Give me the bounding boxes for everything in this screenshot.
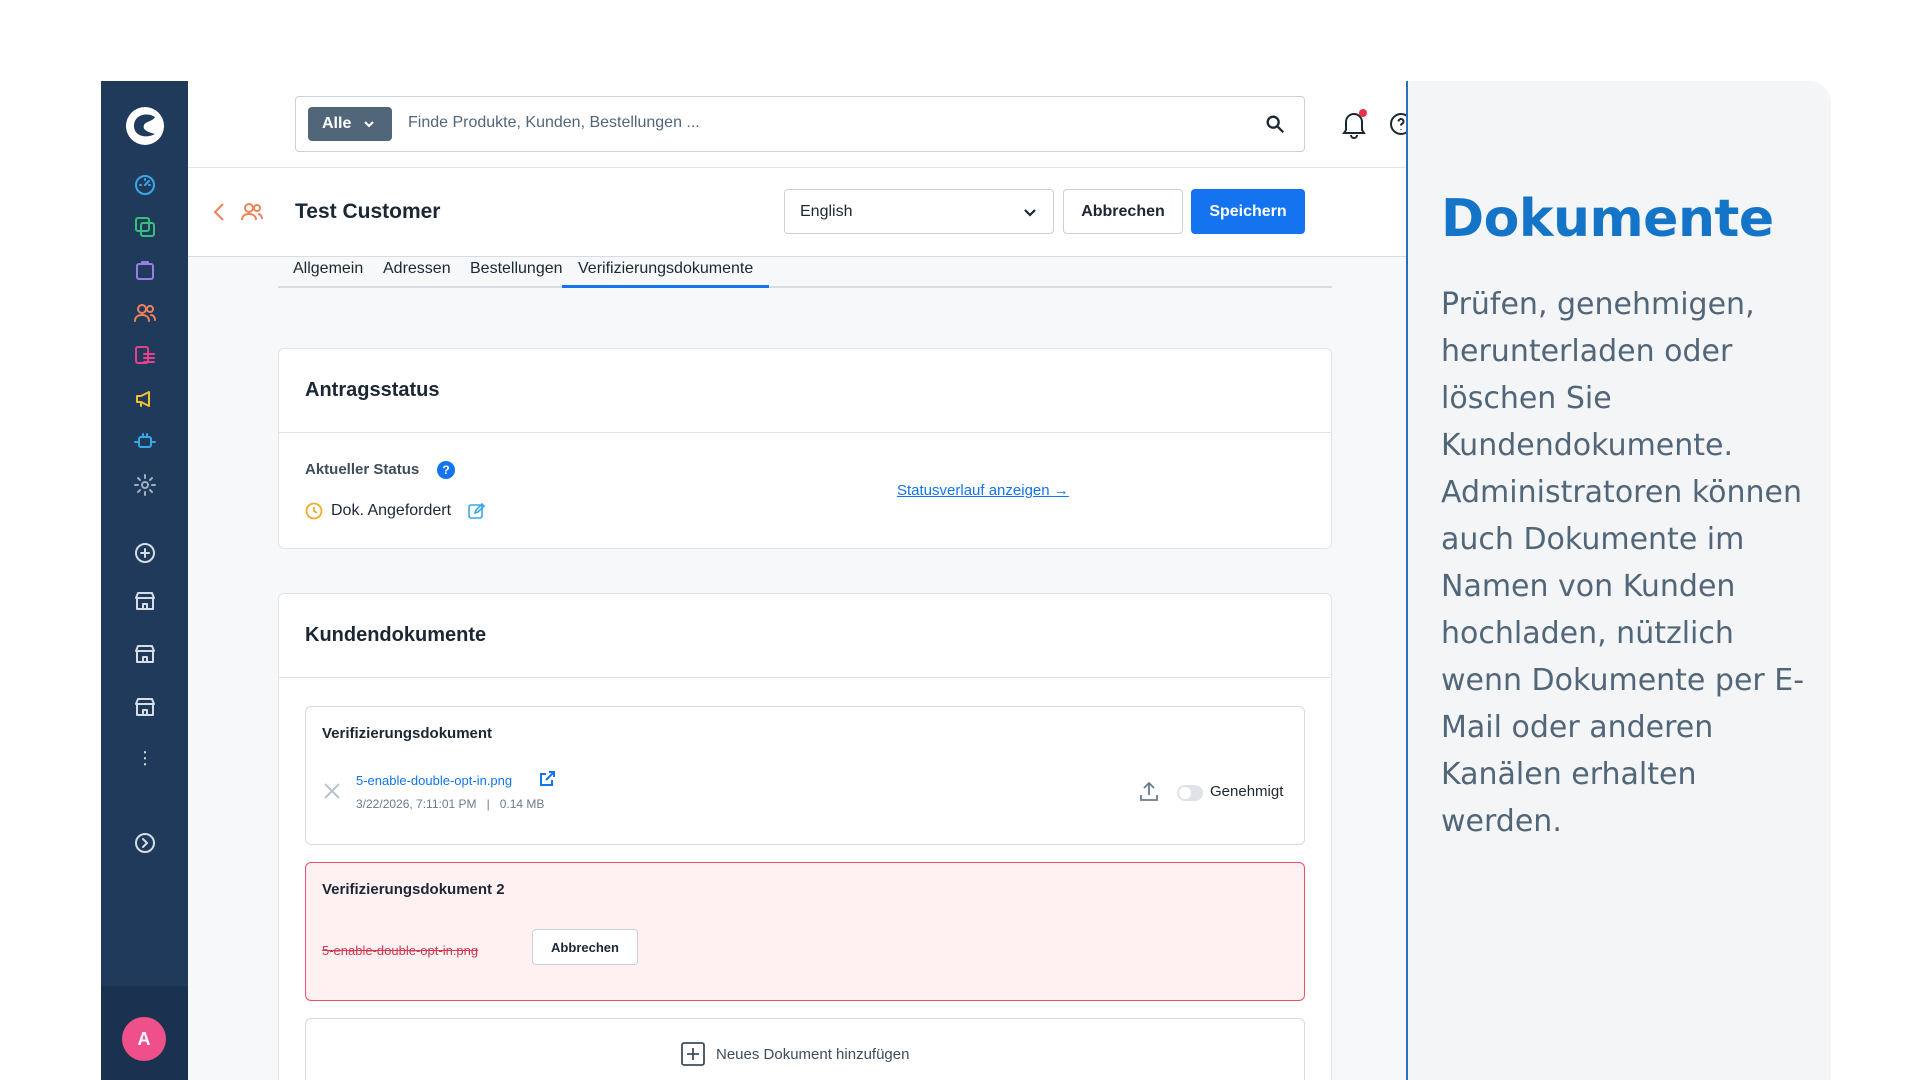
search-scope-label: Alle — [322, 115, 352, 132]
shopware-logo-icon[interactable] — [124, 105, 166, 147]
help-icon[interactable]: ? — [437, 461, 455, 479]
sales-channel-icon[interactable] — [132, 588, 158, 614]
app-frame: A Alle Finde Produkte, Kunden, Bestellun… — [101, 81, 1831, 1080]
arrow-right-icon: → — [1053, 482, 1069, 499]
cancel-button[interactable]: Abbrechen — [1063, 189, 1183, 234]
current-status-label: Aktueller Status — [305, 461, 420, 478]
expand-icon[interactable] — [132, 830, 158, 856]
search-input[interactable]: Finde Produkte, Kunden, Bestellungen ... — [408, 114, 700, 132]
search-icon[interactable] — [1264, 113, 1286, 135]
sales-channel-icon[interactable] — [132, 641, 158, 667]
more-icon[interactable] — [132, 745, 158, 771]
card-title: Antragsstatus — [279, 349, 1331, 433]
content-icon[interactable] — [132, 343, 158, 369]
avatar[interactable]: A — [122, 1017, 166, 1061]
delete-icon[interactable] — [322, 781, 342, 801]
status-history-link[interactable]: Statusverlauf anzeigen → — [897, 482, 1069, 499]
page-header: Test Customer English Abbrechen Speicher… — [188, 168, 1406, 257]
card-title: Kundendokumente — [279, 594, 1331, 678]
status-value: Dok. Angefordert — [331, 502, 452, 519]
meta-separator: | — [486, 797, 490, 811]
add-document-area[interactable]: Neues Dokument hinzufügen — [305, 1018, 1305, 1080]
external-link-icon[interactable] — [538, 770, 556, 788]
settings-icon[interactable] — [132, 472, 158, 498]
notifications-button[interactable] — [1340, 109, 1368, 139]
approved-label: Genehmigt — [1210, 783, 1284, 800]
document-date: 3/22/2026, 7:11:01 PM — [356, 797, 477, 811]
extensions-icon[interactable] — [132, 429, 158, 455]
tab-addresses[interactable]: Adressen — [383, 260, 451, 288]
tab-bar: Allgemein Adressen Bestellungen Verifizi… — [278, 257, 1332, 288]
language-select-value: English — [800, 202, 853, 220]
approved-toggle[interactable] — [1177, 785, 1203, 801]
tab-verification-documents[interactable]: Verifizierungsdokumente — [562, 260, 770, 288]
status-history-link-text: Statusverlauf anzeigen — [897, 482, 1050, 499]
search-scope-dropdown[interactable]: Alle — [308, 107, 392, 141]
notification-badge — [1359, 109, 1367, 117]
content-area: Allgemein Adressen Bestellungen Verifizi… — [188, 257, 1406, 1080]
main-area: Alle Finde Produkte, Kunden, Bestellunge… — [188, 81, 1412, 1080]
search-bar[interactable]: Alle Finde Produkte, Kunden, Bestellunge… — [295, 96, 1305, 152]
document-meta: 3/22/2026, 7:11:01 PM | 0.14 MB — [356, 797, 544, 811]
orders-icon[interactable] — [132, 257, 158, 283]
application-status-card: Antragsstatus Aktueller Status ? Dok. An… — [278, 348, 1332, 549]
document-item: Verifizierungsdokument 5-enable-double-o… — [305, 706, 1305, 845]
panel-heading: Dokumente — [1441, 189, 1774, 249]
add-sales-channel-icon[interactable] — [132, 540, 158, 566]
chevron-down-icon — [364, 121, 375, 128]
plus-square-icon — [681, 1042, 705, 1066]
customers-icon[interactable] — [132, 300, 158, 326]
edit-icon[interactable] — [467, 502, 485, 520]
save-button[interactable]: Speichern — [1191, 189, 1305, 234]
info-panel: Dokumente Prüfen, genehmigen, herunterla… — [1408, 81, 1831, 1080]
cancel-upload-button[interactable]: Abbrechen — [532, 929, 638, 965]
document-item-error: Verifizierungsdokument 2 5-enable-double… — [305, 862, 1305, 1001]
document-size: 0.14 MB — [499, 797, 545, 811]
marketing-icon[interactable] — [132, 386, 158, 412]
add-document-button[interactable]: Neues Dokument hinzufügen — [680, 1041, 909, 1067]
chevron-down-icon — [1024, 209, 1036, 217]
dashboard-icon[interactable] — [132, 171, 158, 197]
catalog-icon[interactable] — [132, 214, 158, 240]
document-file-name: 5-enable-double-opt-in.png — [322, 943, 479, 958]
clock-icon — [305, 502, 323, 520]
upload-icon[interactable] — [1139, 780, 1159, 802]
sales-channel-icon[interactable] — [132, 694, 158, 720]
customers-icon — [241, 203, 263, 221]
document-title: Verifizierungsdokument 2 — [322, 881, 505, 898]
customer-documents-card: Kundendokumente Verifizierungsdokument 5… — [278, 593, 1332, 1080]
top-bar: Alle Finde Produkte, Kunden, Bestellunge… — [188, 81, 1412, 168]
page-title: Test Customer — [295, 200, 441, 223]
add-document-label: Neues Dokument hinzufügen — [716, 1045, 910, 1063]
document-file-link[interactable]: 5-enable-double-opt-in.png — [356, 773, 512, 788]
sidebar: A — [101, 81, 188, 1080]
language-select[interactable]: English — [784, 189, 1054, 234]
document-title: Verifizierungsdokument — [322, 725, 493, 742]
tab-general[interactable]: Allgemein — [293, 260, 363, 288]
tab-orders[interactable]: Bestellungen — [470, 260, 563, 288]
back-arrow-icon[interactable] — [210, 201, 228, 223]
panel-body: Prüfen, genehmigen, herunterladen oder l… — [1441, 287, 1805, 839]
